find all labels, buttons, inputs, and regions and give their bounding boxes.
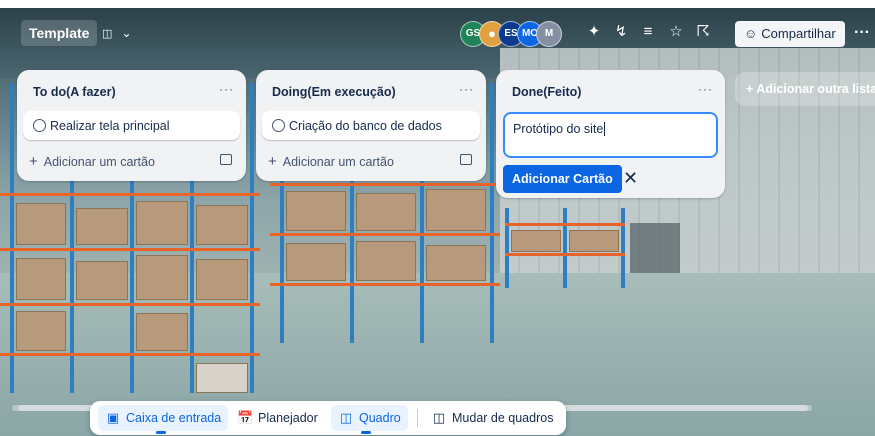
list-title[interactable]: Doing(Em execução) [272,85,396,99]
view-switcher[interactable]: ◫ ⌄ [102,22,132,44]
plus-icon: + [268,153,277,170]
board-icon: ◫ [339,410,353,425]
board-view-icon: ◫ [102,28,113,40]
active-indicator [156,431,166,434]
share-button[interactable]: ☺ Compartilhar [735,21,845,47]
card[interactable]: Criação do banco de dados [262,111,480,140]
board-header: Template ◫ ⌄ GS ● ES MO M ✦ ↯ ≡ ☆ ☈ ☺ Com… [8,17,875,53]
card-title: Criação do banco de dados [289,119,442,133]
text-caret [604,122,606,136]
card-template-icon[interactable] [460,154,472,165]
nav-board-label: Quadro [359,411,401,425]
add-list-label: + Adicionar outra lista [746,82,875,96]
card[interactable]: Realizar tela principal [23,111,240,140]
avatar[interactable]: M [536,21,562,47]
switch-boards-icon: ◫ [432,410,446,425]
background-rack [505,208,625,288]
board-menu-button[interactable]: ··· [854,21,870,45]
add-card-label: Adicionar um cartão [282,155,394,169]
add-card-submit-button[interactable]: Adicionar Cartão [503,165,622,193]
automation-icon[interactable]: ↯ [611,22,631,42]
close-icon[interactable]: ✕ [623,168,638,188]
inbox-icon: ▣ [106,410,120,425]
new-card-title-value: Protótipo do site [513,122,604,136]
add-member-icon: ☺ [744,26,758,41]
list-menu-button[interactable]: ··· [219,82,234,96]
list-menu-button[interactable]: ··· [698,82,713,96]
add-card-button[interactable]: + Adicionar um cartão [268,153,394,170]
list-header: To do(A fazer) ··· [17,70,246,110]
card-complete-checkbox[interactable] [272,119,285,132]
list-title[interactable]: Done(Feito) [512,85,581,99]
list-menu-button[interactable]: ··· [459,82,474,96]
plus-icon: + [29,153,38,170]
list-doing: Doing(Em execução) ··· Criação do banco … [256,70,486,181]
nav-inbox[interactable]: ▣ Caixa de entrada [98,405,229,434]
card-template-icon[interactable] [220,154,232,165]
trello-board-window: Template ◫ ⌄ GS ● ES MO M ✦ ↯ ≡ ☆ ☈ ☺ Com… [0,0,875,436]
nav-inbox-label: Caixa de entrada [126,411,222,425]
bottom-navigation: ▣ Caixa de entrada 📅 Planejador ◫ Quadro ◫ M… [90,401,566,435]
nav-switch-boards-label: Mudar de quadros [452,411,554,425]
nav-board[interactable]: ◫ Quadro [331,405,408,434]
list-header: Doing(Em execução) ··· [256,70,486,110]
chevron-down-icon: ⌄ [121,26,132,40]
power-ups-icon[interactable]: ✦ [584,22,604,42]
list-to-do: To do(A fazer) ··· Realizar tela princip… [17,70,246,181]
members-visibility-icon[interactable]: ☈ [693,22,713,42]
share-button-label: Compartilhar [761,26,836,41]
add-card-button[interactable]: + Adicionar um cartão [29,153,155,170]
board-title[interactable]: Template [21,20,98,46]
nav-planner[interactable]: 📅 Planejador [230,405,325,431]
filter-icon[interactable]: ≡ [638,22,658,42]
nav-switch-boards[interactable]: ◫ Mudar de quadros [424,405,560,431]
card-title: Realizar tela principal [50,119,170,133]
nav-planner-label: Planejador [258,411,318,425]
calendar-icon: 📅 [237,410,254,425]
new-card-title-input[interactable]: Protótipo do site [503,112,718,158]
list-title[interactable]: To do(A fazer) [33,85,116,99]
star-icon[interactable]: ☆ [666,22,686,42]
list-header: Done(Feito) ··· [496,70,725,110]
list-done: Done(Feito) ··· Protótipo do site Adicio… [496,70,725,198]
card-complete-checkbox[interactable] [33,119,46,132]
nav-divider [417,409,418,427]
user-photo-icon: ● [488,26,496,41]
add-card-label: Adicionar um cartão [43,155,155,169]
active-indicator [361,431,371,434]
add-list-button[interactable]: + Adicionar outra lista [735,72,875,106]
